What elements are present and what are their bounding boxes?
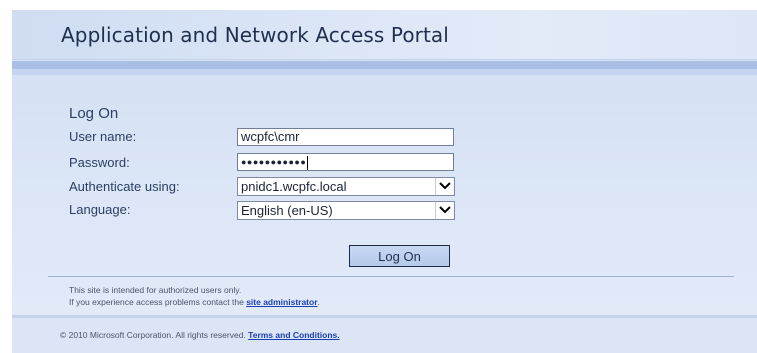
text-caret <box>307 155 309 170</box>
logon-panel: Log On User name: wcpfc\cmr Password: ●●… <box>12 75 757 315</box>
header-band <box>12 61 757 69</box>
copyright-text: © 2010 Microsoft Corporation. All rights… <box>60 330 249 340</box>
authenticate-select[interactable]: pnidc1.wcpfc.local <box>237 177 455 196</box>
footer-text: © 2010 Microsoft Corporation. All rights… <box>60 330 340 340</box>
portal-header: Application and Network Access Portal <box>12 10 757 60</box>
notice-prefix: If you experience access problems contac… <box>69 297 247 307</box>
language-label: Language: <box>69 202 131 217</box>
divider <box>48 276 734 277</box>
password-field[interactable]: ●●●●●●●●●●● <box>237 153 454 171</box>
notice-suffix: . <box>317 297 320 307</box>
page-title: Application and Network Access Portal <box>61 23 449 47</box>
language-select[interactable]: English (en-US) <box>237 201 455 220</box>
chevron-down-icon[interactable] <box>435 202 454 219</box>
username-label: User name: <box>69 129 137 144</box>
logon-button[interactable]: Log On <box>349 245 450 267</box>
portal-frame: Application and Network Access Portal Lo… <box>12 10 757 353</box>
password-mask: ●●●●●●●●●●● <box>241 157 307 167</box>
chevron-down-icon[interactable] <box>435 178 454 195</box>
language-selected-value: English (en-US) <box>241 203 333 218</box>
authenticate-selected-value: pnidc1.wcpfc.local <box>241 179 347 194</box>
password-label: Password: <box>69 155 130 170</box>
terms-link[interactable]: Terms and Conditions. <box>248 330 339 340</box>
username-field[interactable]: wcpfc\cmr <box>237 128 454 146</box>
footer: © 2010 Microsoft Corporation. All rights… <box>12 318 757 353</box>
site-administrator-link[interactable]: site administrator <box>246 297 317 307</box>
logon-heading: Log On <box>69 105 119 122</box>
authenticate-label: Authenticate using: <box>69 179 180 194</box>
access-problems-notice: If you experience access problems contac… <box>69 297 320 307</box>
authorized-notice: This site is intended for authorized use… <box>69 285 242 295</box>
